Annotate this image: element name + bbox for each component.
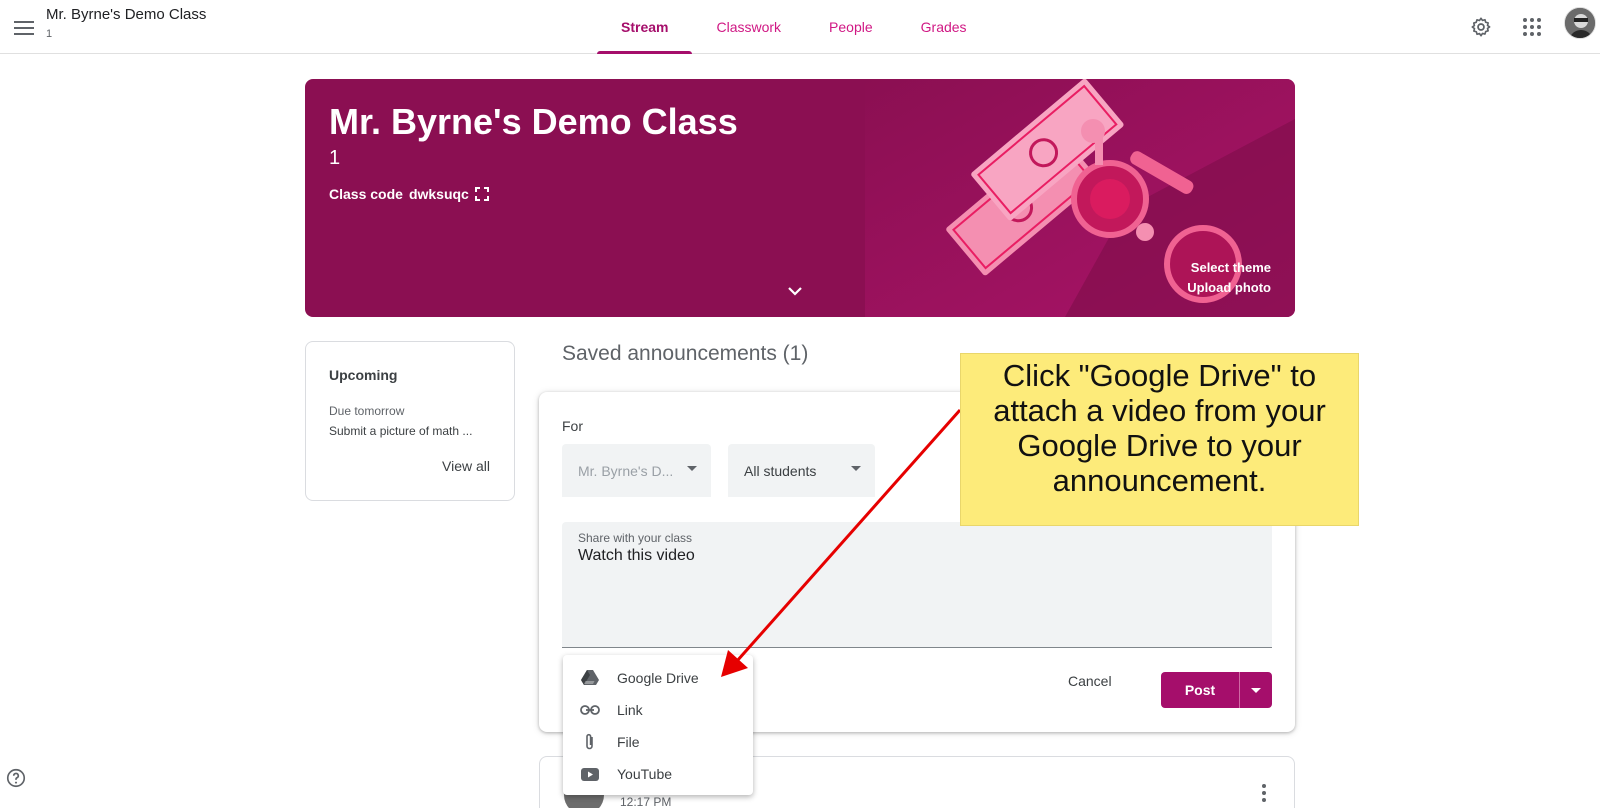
tab-stream[interactable]: Stream xyxy=(597,0,693,54)
upcoming-card: Upcoming Due tomorrow Submit a picture o… xyxy=(305,341,515,501)
more-vert-icon[interactable] xyxy=(1252,781,1276,805)
youtube-icon xyxy=(579,763,601,785)
callout-text: Click "Google Drive" to attach a video f… xyxy=(993,357,1326,498)
user-avatar[interactable] xyxy=(1564,7,1596,39)
view-all-link[interactable]: View all xyxy=(442,458,490,474)
class-select[interactable]: Mr. Byrne's D... xyxy=(562,444,711,497)
menu-item-google-drive[interactable]: Google Drive xyxy=(563,662,753,694)
class-code: Class code dwksuqc xyxy=(329,186,489,202)
help-icon[interactable] xyxy=(5,767,27,789)
post-button[interactable]: Post xyxy=(1161,672,1239,708)
students-select[interactable]: All students xyxy=(728,444,875,497)
class-select-value: Mr. Byrne's D... xyxy=(578,462,674,479)
menu-icon[interactable] xyxy=(6,10,42,46)
post-timestamp: 12:17 PM xyxy=(620,795,672,808)
students-select-value: All students xyxy=(744,462,817,479)
class-code-label: Class code xyxy=(329,186,403,202)
tutorial-callout: Click "Google Drive" to attach a video f… xyxy=(960,353,1359,526)
select-theme-link[interactable]: Select theme xyxy=(1191,260,1271,275)
chevron-down-icon[interactable] xyxy=(783,279,807,303)
announcement-textarea[interactable]: Share with your class Watch this video xyxy=(562,522,1272,648)
upcoming-heading: Upcoming xyxy=(329,367,398,383)
paperclip-icon xyxy=(579,731,601,753)
tab-bar: Stream Classwork People Grades xyxy=(597,0,991,54)
textarea-value: Watch this video xyxy=(578,547,695,564)
menu-item-link[interactable]: Link xyxy=(563,694,753,726)
gear-icon[interactable] xyxy=(1465,11,1497,43)
class-code-value: dwksuqc xyxy=(408,186,469,202)
menu-item-label: YouTube xyxy=(617,766,673,782)
caret-down-icon xyxy=(1251,687,1261,693)
menu-item-label: Link xyxy=(617,702,643,718)
saved-announcements-title[interactable]: Saved announcements (1) xyxy=(562,342,808,366)
tab-people[interactable]: People xyxy=(805,0,897,54)
tab-grades[interactable]: Grades xyxy=(897,0,991,54)
for-label: For xyxy=(562,418,583,434)
post-options-button[interactable] xyxy=(1239,672,1272,708)
cancel-button[interactable]: Cancel xyxy=(1068,673,1112,689)
upcoming-item[interactable]: Submit a picture of math ... xyxy=(329,424,499,438)
banner-title: Mr. Byrne's Demo Class xyxy=(329,101,738,142)
tab-classwork[interactable]: Classwork xyxy=(692,0,805,54)
menu-item-youtube[interactable]: YouTube xyxy=(563,758,753,790)
banner-section: 1 xyxy=(329,147,341,169)
menu-item-file[interactable]: File xyxy=(563,726,753,758)
class-banner: Mr. Byrne's Demo Class 1 Class code dwks… xyxy=(305,79,1295,317)
due-label: Due tomorrow xyxy=(329,404,405,418)
class-section: 1 xyxy=(46,28,53,40)
link-icon xyxy=(579,699,601,721)
dropdown-arrow-icon xyxy=(687,466,697,471)
menu-item-label: Google Drive xyxy=(617,670,699,686)
dropdown-arrow-icon xyxy=(851,466,861,471)
textarea-label: Share with your class xyxy=(578,531,693,545)
class-title[interactable]: Mr. Byrne's Demo Class xyxy=(46,6,206,23)
apps-grid-icon[interactable] xyxy=(1516,11,1548,43)
menu-item-label: File xyxy=(617,734,640,750)
upload-photo-link[interactable]: Upload photo xyxy=(1187,280,1271,295)
post-button-group: Post xyxy=(1161,672,1272,708)
fullscreen-icon[interactable] xyxy=(474,187,489,201)
attach-menu: Google Drive Link File YouTube xyxy=(563,655,753,795)
top-app-bar: Mr. Byrne's Demo Class 1 Stream Classwor… xyxy=(0,0,1600,54)
google-drive-icon xyxy=(579,667,601,689)
